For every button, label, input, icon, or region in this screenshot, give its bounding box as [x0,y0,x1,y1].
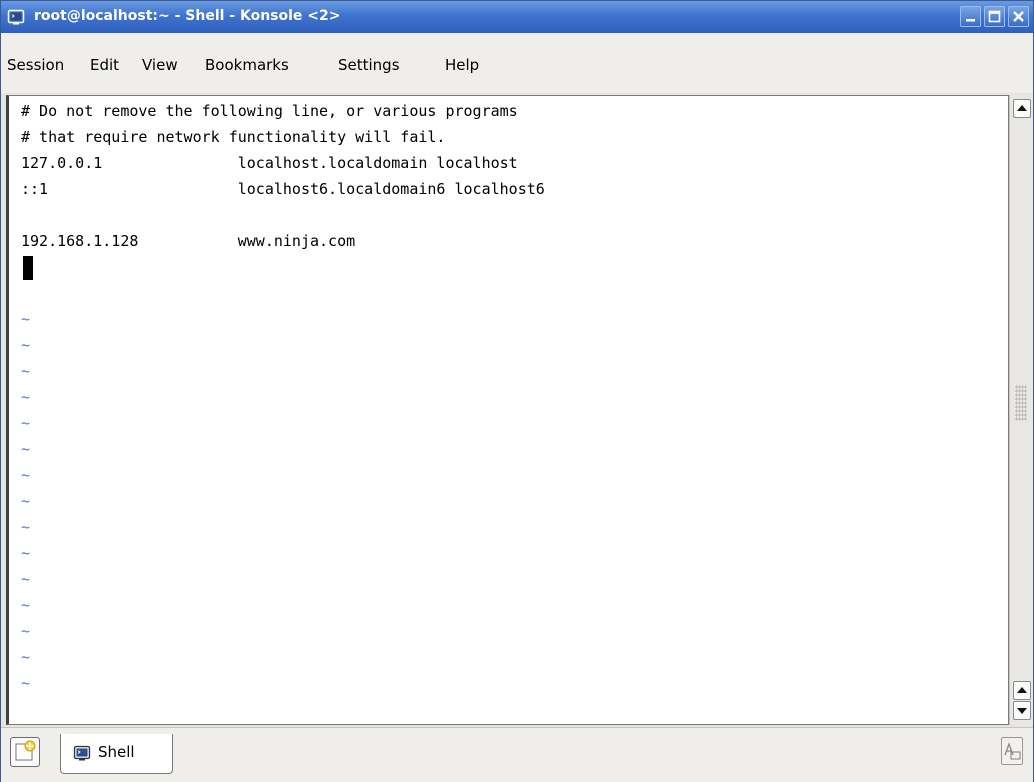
empty-line-marker: ~ [21,492,31,510]
empty-line-marker: ~ [21,440,31,458]
terminal-line: ::1 localhost6.localdomain6 localhost6 [21,180,545,198]
menu-edit[interactable]: Edit [90,56,119,74]
menu-session[interactable]: Session [7,56,64,74]
menu-view[interactable]: View [142,56,178,74]
keyboard-input-icon[interactable] [1001,737,1023,765]
maximize-icon [988,10,1001,23]
minimize-button[interactable] [960,6,981,27]
menu-bar: Session Edit View Bookmarks Settings Hel… [1,33,1033,93]
text-cursor [23,256,33,280]
empty-line-marker: ~ [21,570,31,588]
empty-line-marker: ~ [21,622,31,640]
tab-label: Shell [98,743,135,761]
terminal-line: # that require network functionality wil… [21,128,446,146]
arrow-up-icon [1017,687,1027,693]
terminal-line: 127.0.0.1 localhost.localdomain localhos… [21,154,518,172]
close-icon [1013,11,1024,22]
new-session-icon [15,740,36,761]
empty-line-marker: ~ [21,388,31,406]
empty-line-marker: ~ [21,466,31,484]
konsole-window: root@localhost:~ - Shell - Konsole <2> S… [0,0,1034,782]
scroll-up-button-bottom[interactable] [1013,681,1031,700]
terminal-icon [7,9,25,25]
empty-line-marker: ~ [21,336,31,354]
scroll-up-button[interactable] [1013,99,1031,118]
tab-shell[interactable]: Shell [60,734,173,774]
empty-line-marker: ~ [21,362,31,380]
input-method-icon [1004,742,1021,760]
new-session-button[interactable] [10,737,40,767]
tab-bar: Shell [1,727,1033,782]
empty-line-marker: ~ [21,310,31,328]
menu-settings[interactable]: Settings [338,56,400,74]
arrow-up-icon [1017,105,1027,111]
scrollbar-grip[interactable] [1015,385,1027,421]
menu-help[interactable]: Help [445,56,479,74]
empty-line-marker: ~ [21,674,31,692]
empty-line-marker: ~ [21,518,31,536]
empty-line-marker: ~ [21,596,31,614]
window-title: root@localhost:~ - Shell - Konsole <2> [34,8,341,24]
empty-line-marker: ~ [21,544,31,562]
terminal-view[interactable]: # Do not remove the following line, or v… [6,95,1009,725]
menu-bookmarks[interactable]: Bookmarks [205,56,289,74]
title-bar[interactable]: root@localhost:~ - Shell - Konsole <2> [1,1,1033,33]
close-button[interactable] [1008,6,1029,27]
maximize-button[interactable] [984,6,1005,27]
konsole-terminal-icon [73,745,91,761]
empty-line-marker: ~ [21,414,31,432]
minimize-icon [966,19,975,22]
terminal-line: # Do not remove the following line, or v… [21,102,518,120]
empty-line-marker: ~ [21,648,31,666]
terminal-line: 192.168.1.128 www.ninja.com [21,232,356,250]
vertical-scrollbar[interactable] [1009,95,1033,725]
arrow-down-icon [1017,708,1027,714]
scroll-down-button[interactable] [1013,701,1031,720]
